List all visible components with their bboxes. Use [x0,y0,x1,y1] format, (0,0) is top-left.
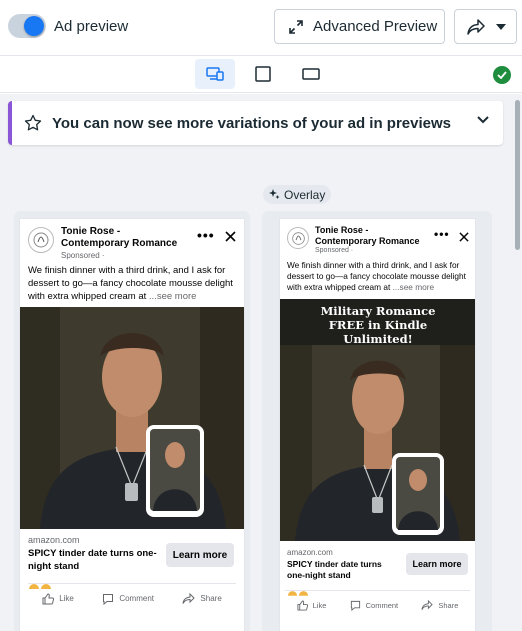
like-label: Like [59,594,74,603]
ad-actions-bar: Like Comment Share [28,583,236,613]
ad-image[interactable]: Military Romance FREE in Kindle Unlimite… [280,299,475,541]
ad-link-footer[interactable]: amazon.com SPICY tinder date turns one-n… [20,531,244,631]
page-name[interactable]: Tonie Rose - Contemporary Romance [315,225,430,247]
share-icon [182,592,196,604]
banner-text: You can now see more variations of your … [52,114,452,132]
ad-preview-card: Tonie Rose - Contemporary Romance Sponso… [20,219,244,631]
ad-image[interactable] [20,307,244,529]
learn-more-button[interactable]: Learn more [406,553,468,575]
overlay-label: Overlay [263,185,332,204]
comment-button[interactable]: Comment [350,600,399,611]
check-status-icon [493,66,511,84]
landscape-format-tab[interactable] [291,59,331,89]
ad-body-text: We finish dinner with a third drink, and… [287,260,472,294]
overlay-text: Military Romance FREE in Kindle Unlimite… [320,304,436,346]
comment-label: Comment [119,594,154,603]
expand-icon [289,19,303,34]
close-icon[interactable] [459,229,469,247]
link-headline: SPICY tinder date turns one-night stand [28,548,157,572]
thumbs-up-icon [42,592,55,604]
learn-more-button[interactable]: Learn more [166,543,234,567]
ad-preview-card-overlay: Tonie Rose - Contemporary Romance Sponso… [280,219,475,631]
like-button[interactable]: Like [297,600,327,611]
toggle-knob [24,16,44,36]
ad-body: We finish dinner with a third drink, and… [28,265,233,302]
device-selector-row [0,55,522,93]
see-more-link[interactable]: ...see more [393,282,435,292]
ad-actions-bar: Like Comment Share [285,590,470,620]
preview-content-area: You can now see more variations of your … [0,94,512,631]
ad-preview-toggle[interactable] [8,14,46,38]
overlay-label-text: Overlay [284,187,326,202]
thumbs-up-icon [297,600,308,611]
share-button[interactable]: Share [421,600,458,611]
share-label: Share [200,594,222,603]
ad-preview-label: Ad preview [54,18,129,35]
page-logo [28,227,54,253]
comment-label: Comment [365,601,399,610]
desktop-mobile-icon [206,67,224,81]
square-format-tab[interactable] [243,59,283,89]
like-button[interactable]: Like [42,592,74,605]
more-options-icon[interactable]: ••• [197,227,215,243]
link-domain: amazon.com [287,548,333,557]
sponsored-label: Sponsored · [61,251,105,260]
rectangle-icon [302,68,320,80]
chevron-down-icon[interactable] [477,116,489,124]
comment-button[interactable]: Comment [102,593,154,605]
share-arrow-icon [466,18,485,35]
see-more-link[interactable]: ...see more [149,291,197,302]
top-bar: Ad preview Advanced Preview [0,0,522,54]
share-dropdown-button[interactable] [454,9,517,44]
scrollbar-thumb[interactable] [515,100,520,250]
comment-icon [350,600,360,611]
share-icon [421,600,434,610]
ad-body: We finish dinner with a third drink, and… [287,260,466,293]
all-placements-tab[interactable] [195,59,235,89]
page-logo [287,227,309,249]
vertical-scrollbar[interactable] [512,94,522,631]
ad-link-footer[interactable]: amazon.com SPICY tinder date turns one-n… [280,544,475,631]
page-name[interactable]: Tonie Rose - Contemporary Romance [61,226,191,250]
link-headline: SPICY tinder date turns one-night stand [287,559,382,581]
advanced-preview-button[interactable]: Advanced Preview [274,9,445,44]
sponsored-label: Sponsored · [315,247,354,254]
square-icon [255,66,271,82]
share-label: Share [438,601,459,610]
link-domain: amazon.com [28,535,80,545]
variations-banner[interactable]: You can now see more variations of your … [8,101,503,145]
sparkle-icon [269,189,280,199]
share-button[interactable]: Share [182,592,222,605]
like-label: Like [312,601,327,610]
star-icon [24,114,42,131]
caret-down-icon [495,23,506,30]
more-options-icon[interactable]: ••• [434,227,450,241]
comment-icon [103,593,114,605]
ad-body-text: We finish dinner with a third drink, and… [28,265,238,303]
close-icon[interactable] [225,229,236,247]
advanced-preview-label: Advanced Preview [313,18,438,35]
